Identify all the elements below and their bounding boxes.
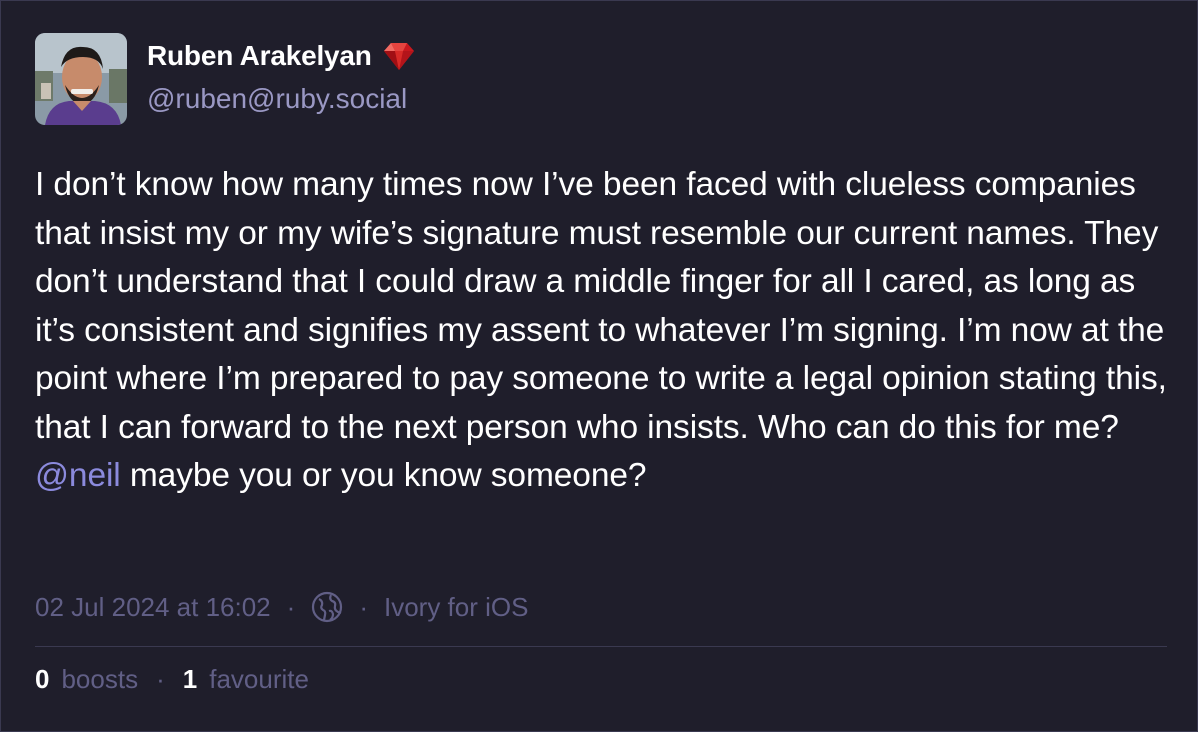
meta-separator-2: · bbox=[359, 591, 368, 622]
divider bbox=[35, 646, 1167, 647]
author-names: Ruben Arakelyan @ruben@ruby.social bbox=[147, 33, 416, 115]
avatar[interactable] bbox=[35, 33, 127, 125]
author-display-name[interactable]: Ruben Arakelyan bbox=[147, 39, 416, 73]
post-timestamp[interactable]: 02 Jul 2024 at 16:02 bbox=[35, 592, 271, 623]
globe-icon bbox=[311, 591, 343, 623]
post-content: I don’t know how many times now I’ve bee… bbox=[35, 161, 1175, 501]
post-card: Ruben Arakelyan @ruben@ruby.social I don… bbox=[0, 0, 1198, 732]
post-text-end: maybe you or you know someone? bbox=[120, 457, 647, 494]
post-meta: 02 Jul 2024 at 16:02 · · Ivory for iOS bbox=[35, 591, 528, 623]
favourites-label[interactable]: favourite bbox=[209, 664, 309, 695]
boosts-count: 0 bbox=[35, 664, 50, 694]
display-name-text: Ruben Arakelyan bbox=[147, 40, 372, 71]
mention-link[interactable]: @neil bbox=[35, 457, 121, 494]
post-stats: 0 boosts · 1 favourite bbox=[35, 664, 309, 695]
favourites-count: 1 bbox=[182, 664, 198, 694]
post-text: I don’t know how many times now I’ve bee… bbox=[35, 166, 1167, 446]
stats-separator: · bbox=[156, 664, 165, 694]
boosts-label[interactable]: boosts bbox=[61, 664, 138, 695]
ruby-gem-icon bbox=[382, 39, 416, 73]
post-header: Ruben Arakelyan @ruben@ruby.social bbox=[35, 33, 416, 125]
author-handle[interactable]: @ruben@ruby.social bbox=[147, 83, 416, 115]
meta-separator: · bbox=[286, 591, 296, 622]
post-client: Ivory for iOS bbox=[383, 591, 529, 622]
